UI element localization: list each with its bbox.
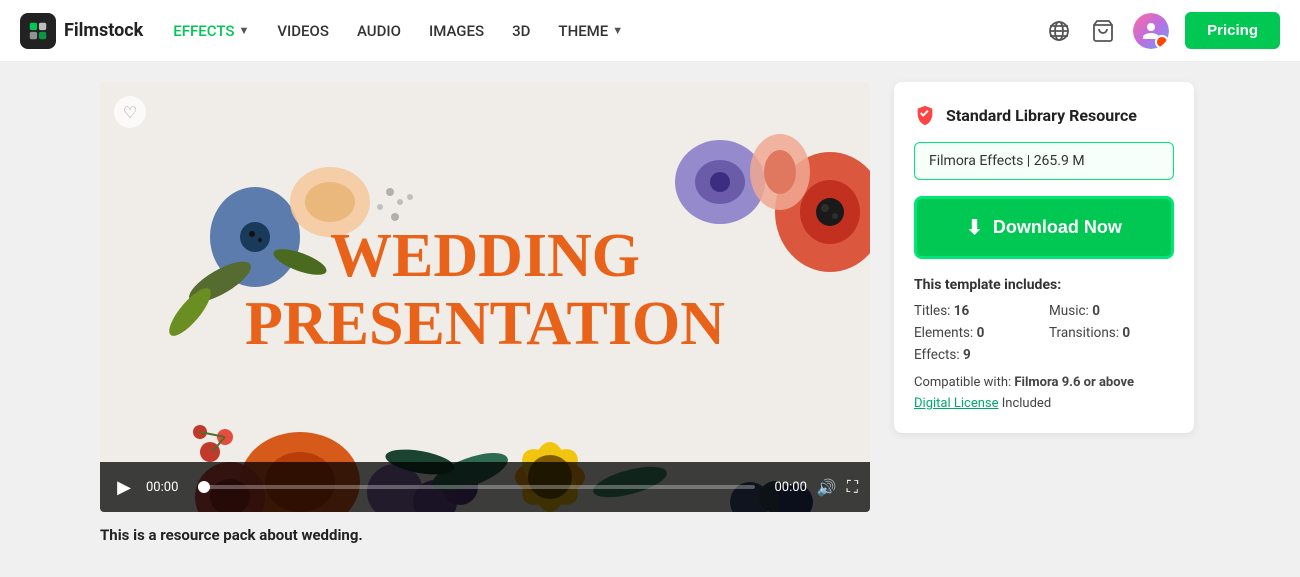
transitions-label: Transitions: [1049, 325, 1119, 341]
time-total: 00:00 [765, 480, 807, 495]
effects-chevron-icon: ▼ [238, 24, 249, 37]
titles-item: Titles: 16 [914, 303, 1039, 319]
fullscreen-icon[interactable]: ⛶ [847, 477, 858, 497]
compat-line: Compatible with: Filmora 9.6 or above [914, 375, 1174, 390]
download-icon: ⬇ [966, 215, 983, 240]
avatar[interactable] [1133, 13, 1169, 49]
play-button[interactable]: ▶ [112, 477, 136, 498]
music-label: Music: [1049, 303, 1089, 319]
volume-icon[interactable]: 🔊 [817, 478, 837, 497]
video-description: This is a resource pack about wedding. [100, 526, 870, 544]
transitions-val: 0 [1122, 325, 1130, 341]
elements-val: 0 [977, 325, 985, 341]
video-controls: ▶ 00:00 00:00 🔊 ⛶ [100, 462, 870, 512]
template-includes-label: This template includes: [914, 277, 1174, 293]
time-elapsed: 00:00 [146, 480, 188, 495]
license-included: Included [1002, 396, 1051, 411]
elements-label: Elements: [914, 325, 973, 341]
digital-license-link[interactable]: Digital License [914, 396, 999, 411]
nav-audio[interactable]: AUDIO [357, 22, 401, 40]
pricing-button[interactable]: Pricing [1185, 12, 1280, 49]
music-item: Music: 0 [1049, 303, 1174, 319]
video-title: WEDDING PRESENTATION [245, 222, 725, 358]
shield-icon [914, 104, 936, 126]
globe-icon[interactable] [1045, 17, 1073, 45]
resource-title: Standard Library Resource [946, 106, 1137, 125]
includes-grid: Titles: 16 Music: 0 Elements: 0 Transiti… [914, 303, 1174, 363]
titles-val: 16 [954, 303, 970, 319]
logo-area[interactable]: Filmstock [20, 13, 143, 49]
logo-text: Filmstock [64, 20, 143, 41]
nav-effects[interactable]: EFFECTS ▼ [173, 22, 249, 40]
music-val: 0 [1092, 303, 1100, 319]
file-info-box: Filmora Effects | 265.9 M [914, 142, 1174, 180]
main-content: WEDDING PRESENTATION ♡ ▶ 00:00 00:00 🔊 ⛶… [0, 62, 1300, 577]
main-nav: EFFECTS ▼ VIDEOS AUDIO IMAGES 3D THEME ▼ [173, 22, 1045, 40]
compat-val: Filmora 9.6 or above [1014, 375, 1134, 390]
header-right: Pricing [1045, 12, 1280, 49]
effects-label: Effects: [914, 347, 960, 363]
video-area: WEDDING PRESENTATION ♡ ▶ 00:00 00:00 🔊 ⛶… [100, 82, 870, 544]
titles-label: Titles: [914, 303, 950, 319]
main-header: Filmstock EFFECTS ▼ VIDEOS AUDIO IMAGES … [0, 0, 1300, 62]
download-button[interactable]: ⬇ Download Now [914, 196, 1174, 259]
nav-theme[interactable]: THEME ▼ [558, 22, 623, 40]
nav-3d[interactable]: 3D [512, 22, 530, 40]
progress-dot [198, 481, 210, 493]
cart-icon[interactable] [1089, 17, 1117, 45]
logo-icon [20, 13, 56, 49]
effects-item: Effects: 9 [914, 347, 1039, 363]
theme-chevron-icon: ▼ [612, 24, 623, 37]
compat-label: Compatible with: [914, 375, 1011, 390]
video-container: WEDDING PRESENTATION ♡ ▶ 00:00 00:00 🔊 ⛶ [100, 82, 870, 512]
avatar-badge [1155, 35, 1169, 49]
effects-val: 9 [963, 347, 971, 363]
nav-videos[interactable]: VIDEOS [277, 22, 329, 40]
progress-bar[interactable] [198, 485, 755, 489]
resource-header: Standard Library Resource [914, 104, 1174, 126]
right-panel: Standard Library Resource Filmora Effect… [894, 82, 1194, 433]
transitions-item: Transitions: 0 [1049, 325, 1174, 341]
heart-icon[interactable]: ♡ [114, 96, 146, 128]
license-line: Digital License Included [914, 396, 1174, 411]
nav-images[interactable]: IMAGES [429, 22, 484, 40]
download-label: Download Now [993, 217, 1122, 238]
video-background: WEDDING PRESENTATION ♡ [100, 82, 870, 512]
elements-item: Elements: 0 [914, 325, 1039, 341]
